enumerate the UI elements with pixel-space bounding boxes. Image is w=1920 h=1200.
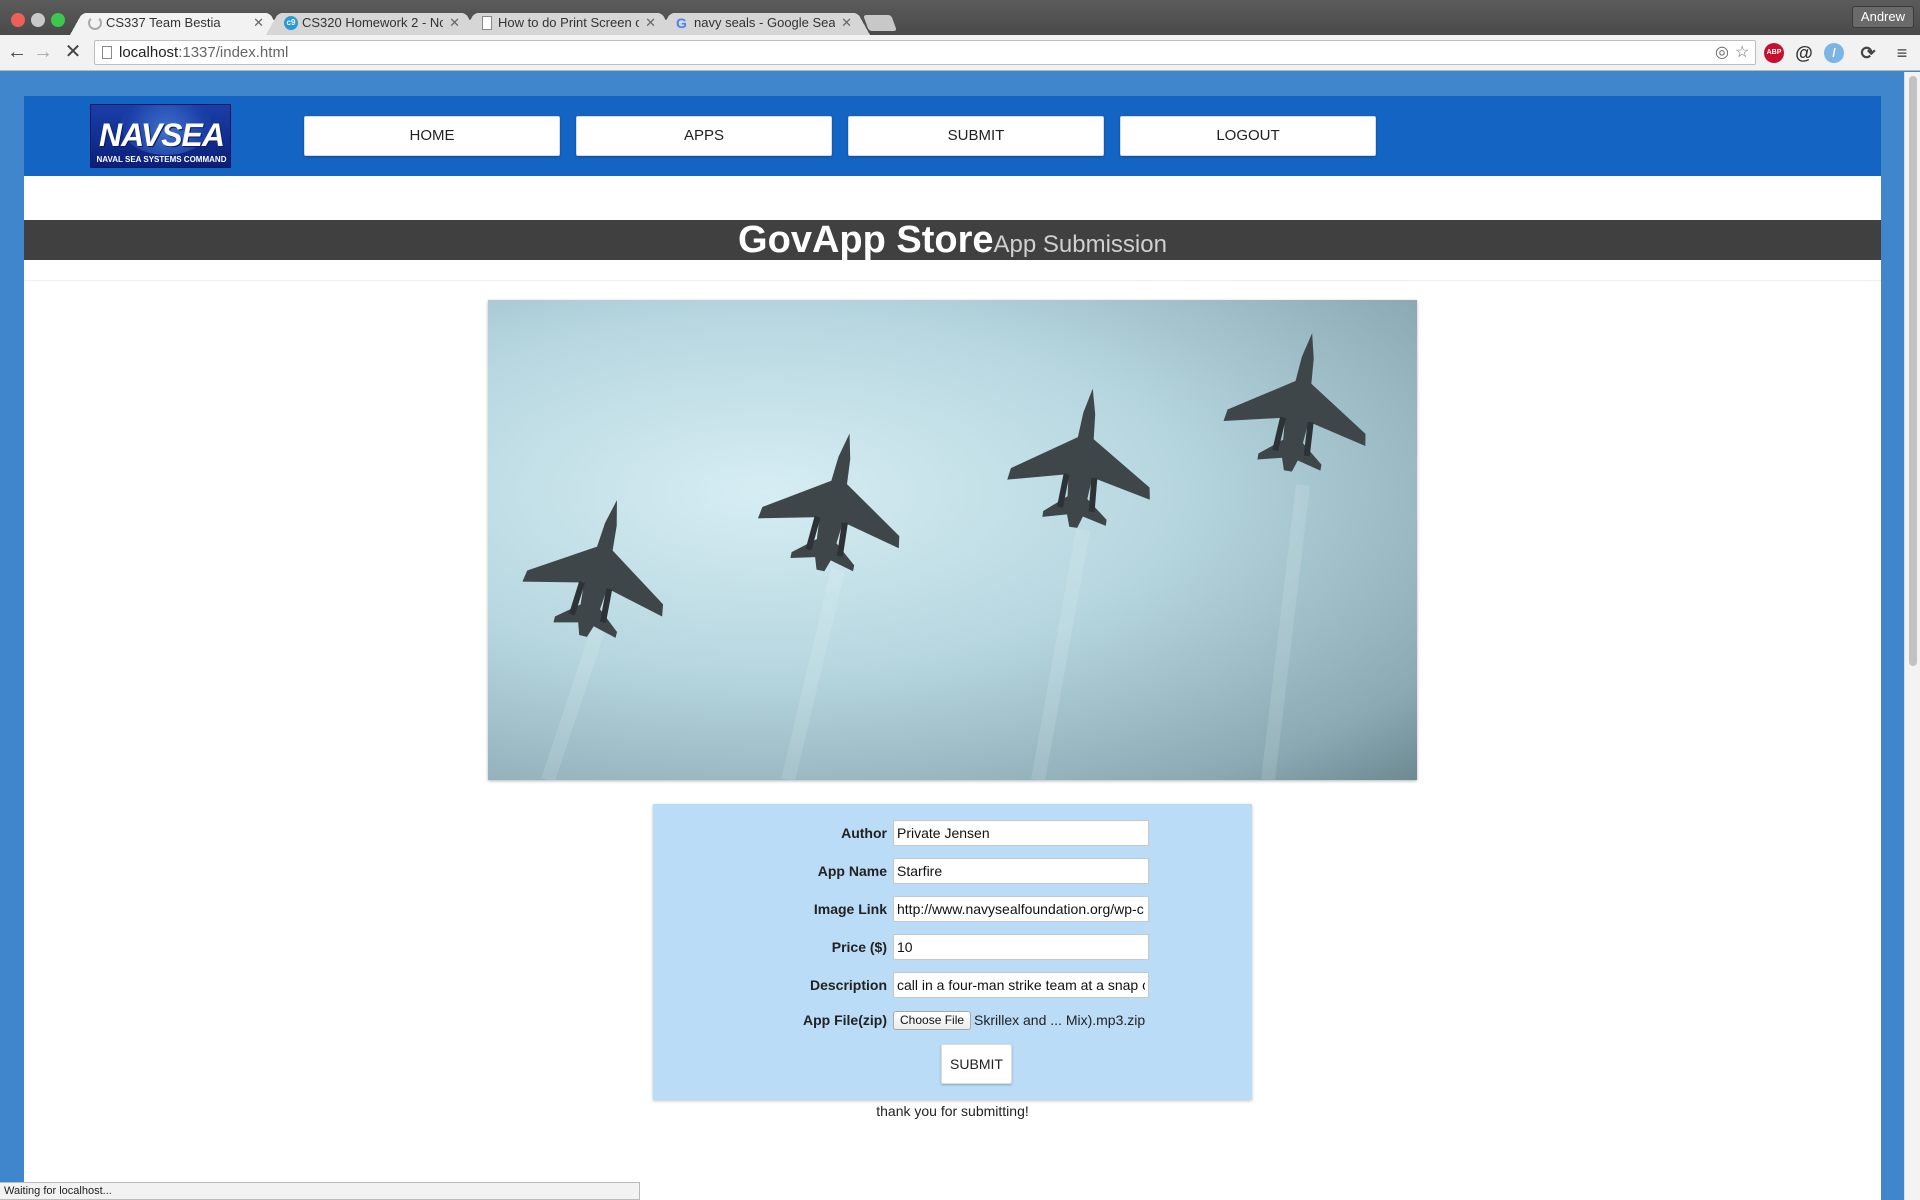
- address-bar[interactable]: localhost:1337/index.html ◎ ☆: [94, 40, 1756, 65]
- at-sign-icon[interactable]: @: [1794, 43, 1814, 63]
- tab-title: CS337 Team Bestia: [106, 15, 221, 30]
- site-header: NAVSEA NAVAL SEA SYSTEMS COMMAND HOME AP…: [24, 96, 1881, 176]
- tab-close-icon[interactable]: ✕: [841, 15, 852, 31]
- browser-tab-strip: CS337 Team Bestia ✕ c9 CS320 Homework 2 …: [0, 0, 1920, 35]
- price-input[interactable]: [893, 934, 1149, 960]
- image-link-row: Image Link: [653, 896, 1252, 924]
- tab-close-icon[interactable]: ✕: [449, 15, 460, 31]
- tab-close-icon[interactable]: ✕: [253, 15, 264, 31]
- nav-logout-button[interactable]: LOGOUT: [1120, 116, 1376, 156]
- page-title: GovApp Store: [738, 219, 994, 261]
- bookmark-star-icon[interactable]: ☆: [1735, 41, 1749, 64]
- status-bar: Waiting for localhost...: [0, 1182, 640, 1200]
- price-row: Price ($): [653, 934, 1252, 962]
- url-host: localhost: [119, 44, 179, 61]
- tab-title: How to do Print Screen on: [498, 15, 640, 30]
- forward-arrow-icon[interactable]: →: [32, 41, 54, 63]
- app-file-row: App File(zip) Choose File Skrillex and .…: [653, 1007, 1252, 1035]
- image-link-input[interactable]: [893, 896, 1149, 922]
- profile-button[interactable]: Andrew: [1851, 6, 1914, 28]
- page-subtitle: App Submission: [993, 231, 1167, 258]
- menu-icon[interactable]: ≡: [1892, 43, 1912, 63]
- browser-tab[interactable]: CS337 Team Bestia ✕: [78, 10, 274, 35]
- author-row: Author: [653, 820, 1252, 848]
- maximize-window-icon[interactable]: [51, 13, 65, 27]
- submission-form: Author App Name Image Link Price ($) Des…: [653, 804, 1252, 1100]
- app-file-label: App File(zip): [803, 1012, 887, 1028]
- page-icon: [102, 46, 112, 59]
- c9-icon: c9: [284, 16, 298, 30]
- navsea-logo[interactable]: NAVSEA NAVAL SEA SYSTEMS COMMAND: [90, 104, 231, 168]
- app-name-label: App Name: [817, 863, 887, 879]
- loading-spinner-icon: [88, 16, 102, 30]
- author-label: Author: [841, 825, 887, 841]
- nav-home-button[interactable]: HOME: [304, 116, 560, 156]
- tab-title: navy seals - Google Search: [694, 15, 836, 30]
- app-preview-image: [488, 300, 1417, 780]
- selected-file-name: Skrillex and ... Mix).mp3.zip: [974, 1012, 1146, 1028]
- description-row: Description: [653, 972, 1252, 1000]
- close-window-icon[interactable]: [11, 13, 25, 27]
- browser-toolbar: ← → ✕ localhost:1337/index.html ◎ ☆ ABP …: [0, 35, 1920, 71]
- tab-close-icon[interactable]: ✕: [645, 15, 656, 31]
- page-viewport: NAVSEA NAVAL SEA SYSTEMS COMMAND HOME AP…: [0, 72, 1904, 1200]
- browser-tab[interactable]: c9 CS320 Homework 2 - Noo ✕: [274, 10, 470, 35]
- app-name-row: App Name: [653, 858, 1252, 886]
- scrollbar-thumb[interactable]: [1909, 76, 1917, 666]
- submit-button[interactable]: SUBMIT: [941, 1044, 1012, 1084]
- adblock-icon[interactable]: ABP: [1764, 43, 1784, 63]
- author-input[interactable]: [893, 820, 1149, 846]
- sync-icon[interactable]: ⟳: [1858, 43, 1878, 63]
- minimize-window-icon[interactable]: [31, 13, 45, 27]
- document-icon: [482, 16, 492, 30]
- location-target-icon[interactable]: ◎: [1715, 41, 1729, 64]
- nav-apps-button[interactable]: APPS: [576, 116, 832, 156]
- stop-loading-icon[interactable]: ✕: [62, 41, 84, 63]
- new-tab-button[interactable]: [863, 15, 897, 31]
- nav-submit-button[interactable]: SUBMIT: [848, 116, 1104, 156]
- choose-file-button[interactable]: Choose File: [893, 1011, 972, 1030]
- page-container: NAVSEA NAVAL SEA SYSTEMS COMMAND HOME AP…: [24, 96, 1881, 1200]
- browser-tab[interactable]: How to do Print Screen on ✕: [470, 10, 666, 35]
- page-title-bar: GovApp StoreApp Submission: [24, 220, 1881, 260]
- extension-slash-icon[interactable]: /: [1824, 43, 1844, 63]
- image-link-label: Image Link: [813, 901, 887, 917]
- app-name-input[interactable]: [893, 858, 1149, 884]
- back-arrow-icon[interactable]: ←: [6, 41, 28, 63]
- confirmation-message: thank you for submitting!: [876, 1103, 1029, 1119]
- jets-illustration: [488, 300, 1417, 780]
- description-label: Description: [809, 977, 887, 993]
- tab-title: CS320 Homework 2 - Noo: [302, 15, 444, 30]
- vertical-scrollbar[interactable]: [1904, 72, 1920, 1200]
- url-path: :1337/index.html: [178, 44, 289, 61]
- price-label: Price ($): [831, 939, 887, 955]
- google-icon: G: [676, 15, 687, 31]
- divider: [24, 280, 1881, 281]
- browser-tab[interactable]: G navy seals - Google Search ✕: [666, 10, 862, 35]
- logo-text: NAVSEA: [99, 117, 225, 153]
- logo-subtitle: NAVAL SEA SYSTEMS COMMAND: [96, 155, 227, 164]
- description-input[interactable]: [893, 972, 1149, 998]
